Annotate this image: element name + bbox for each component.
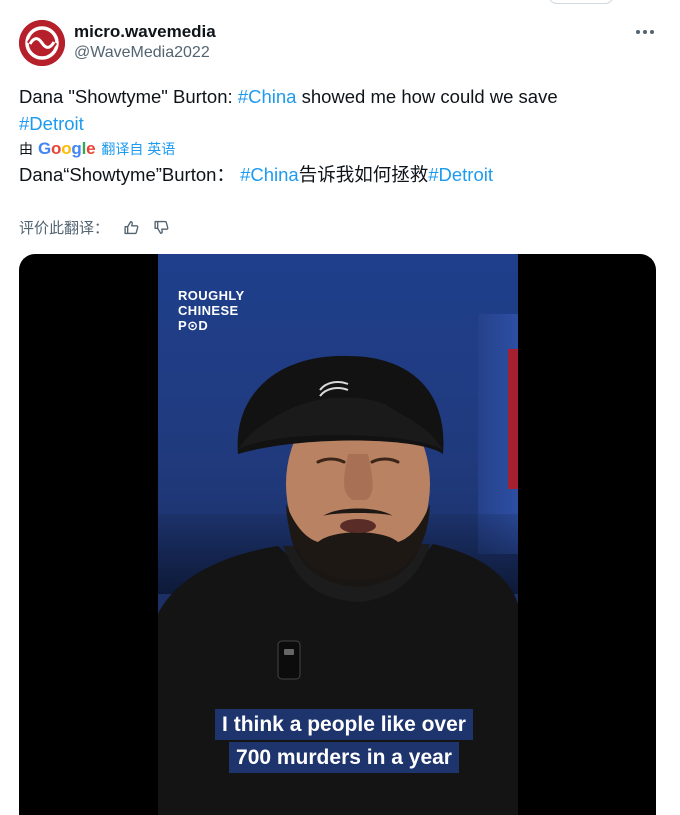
google-logo-icon: Google xyxy=(38,139,96,158)
translation-attribution: 由 Google 翻译自 英语 xyxy=(19,138,175,160)
translated-hashtag-china-link[interactable]: #China xyxy=(240,164,299,185)
video-caption: I think a people like over 700 murders i… xyxy=(194,709,494,775)
rate-translation-row: 评价此翻译： xyxy=(19,215,181,239)
tweet-text-prefix: Dana "Showtyme" Burton: xyxy=(19,86,238,107)
more-dot-icon xyxy=(643,30,647,34)
podcast-watermark-logo: ROUGHLY CHINESE P⊙D xyxy=(178,288,245,333)
rate-translation-label: 评价此翻译： xyxy=(19,219,110,237)
translated-text-prefix: Dana“Showtyme”Burton： xyxy=(19,164,235,185)
translated-from-link[interactable]: 翻译自 英语 xyxy=(101,139,175,159)
author-handle[interactable]: @WaveMedia2022 xyxy=(74,44,210,62)
more-dot-icon xyxy=(636,30,640,34)
translated-by-label: 由 xyxy=(19,141,33,157)
caption-line-1: I think a people like over xyxy=(215,709,473,740)
translated-text-middle: 告诉我如何拯救 xyxy=(298,164,429,185)
tweet-text-middle: showed me how could we save xyxy=(296,86,558,107)
more-options-button[interactable] xyxy=(631,22,659,42)
hashtag-detroit-link[interactable]: #Detroit xyxy=(19,113,84,134)
tweet-header: micro.wavemedia @WaveMedia2022 xyxy=(19,20,659,66)
wave-logo-icon xyxy=(19,20,65,66)
hashtag-china-link[interactable]: #China xyxy=(238,86,297,107)
thumbs-up-icon[interactable] xyxy=(121,217,141,237)
translated-hashtag-detroit-link[interactable]: #Detroit xyxy=(428,164,493,185)
tweet-text: Dana "Showtyme" Burton: #China showed me… xyxy=(19,83,649,137)
video-media[interactable]: ROUGHLY CHINESE P⊙D I think a people lik… xyxy=(19,254,656,815)
more-dot-icon xyxy=(650,30,654,34)
video-frame: ROUGHLY CHINESE P⊙D I think a people lik… xyxy=(158,254,518,815)
author-display-name[interactable]: micro.wavemedia xyxy=(74,22,216,42)
caption-line-2: 700 murders in a year xyxy=(229,742,459,773)
top-pill-button[interactable] xyxy=(548,0,614,4)
thumbs-down-icon[interactable] xyxy=(151,217,171,237)
avatar[interactable] xyxy=(19,20,65,66)
translated-text: Dana“Showtyme”Burton： #China告诉我如何拯救#Detr… xyxy=(19,161,649,188)
